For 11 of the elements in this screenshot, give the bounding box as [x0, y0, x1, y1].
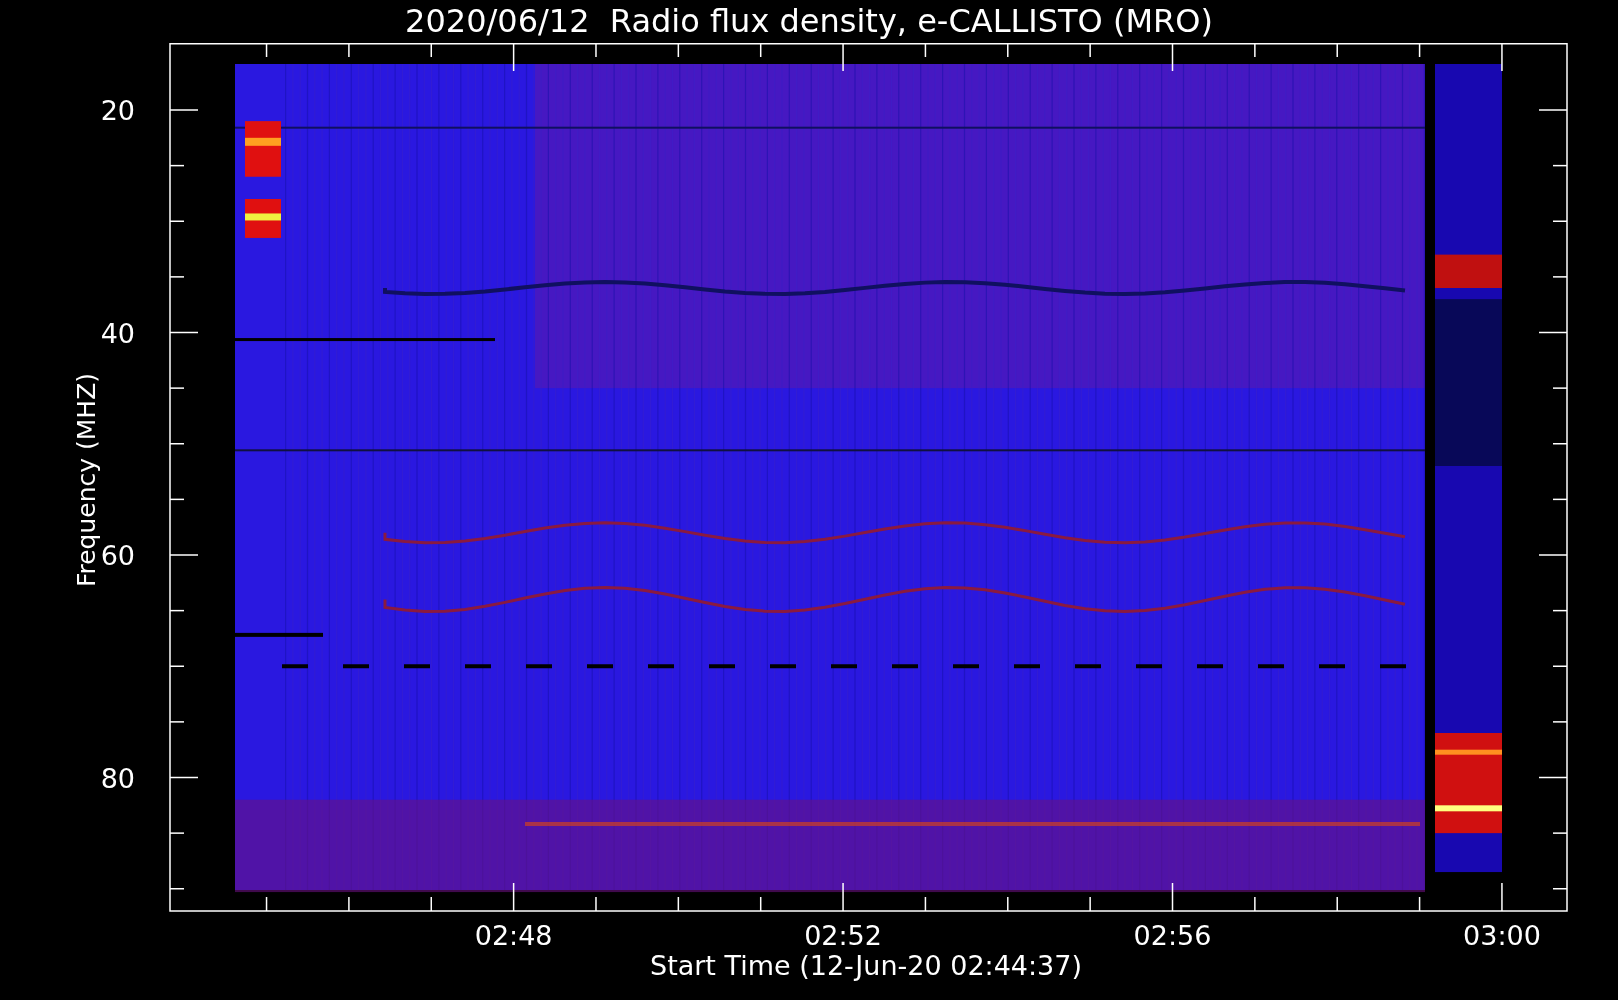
x-tick-label: 03:00: [1463, 920, 1541, 951]
y-tick-label: 20: [100, 95, 135, 126]
x-tick-label: 02:56: [1133, 920, 1212, 951]
y-tick-label: 60: [100, 540, 135, 571]
x-tick-label: 02:52: [804, 920, 882, 951]
x-axis-label: Start Time (12-Jun-20 02:44:37): [650, 950, 1082, 981]
chart-title: 2020/06/12 Radio flux density, e-CALLISTO (MRO): [405, 1, 1213, 42]
x-tick-label: 02:48: [474, 920, 553, 951]
y-tick-label: 80: [100, 762, 135, 794]
y-axis-label: Frequency (MHZ): [72, 372, 101, 588]
y-tick-label: 40: [100, 317, 135, 349]
